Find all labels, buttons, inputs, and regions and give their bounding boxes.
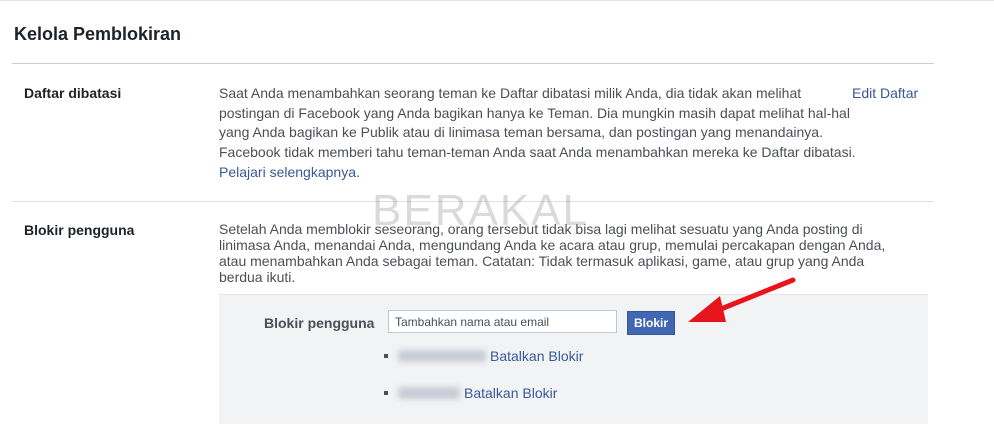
title-divider xyxy=(12,63,934,64)
restricted-description-text: Saat Anda menambahkan seorang teman ke D… xyxy=(219,85,856,161)
blurred-user-name xyxy=(398,387,460,399)
page-title: Kelola Pemblokiran xyxy=(14,24,182,44)
learn-more-suffix: . xyxy=(355,163,360,180)
unblock-link[interactable]: Batalkan Blokir xyxy=(464,385,557,401)
blurred-user-name xyxy=(398,350,486,362)
restricted-list-description: Saat Anda menambahkan seorang teman ke D… xyxy=(219,84,859,183)
learn-more-link[interactable]: Pelajari selengkapnya xyxy=(219,164,356,180)
top-border xyxy=(0,0,994,1)
block-button[interactable]: Blokir xyxy=(627,311,675,335)
bullet-icon xyxy=(384,391,388,395)
block-form-label: Blokir pengguna xyxy=(264,315,375,331)
restricted-list-label: Daftar dibatasi xyxy=(24,85,122,101)
bullet-icon xyxy=(384,354,388,358)
block-users-label: Blokir pengguna xyxy=(24,222,135,238)
edit-list-link[interactable]: Edit Daftar xyxy=(852,85,918,101)
blocked-user-item: Batalkan Blokir xyxy=(384,348,583,364)
block-user-input[interactable] xyxy=(388,310,617,333)
section-divider xyxy=(12,201,934,202)
unblock-link[interactable]: Batalkan Blokir xyxy=(490,348,583,364)
red-arrow-icon xyxy=(688,277,796,322)
blocked-user-item: Batalkan Blokir xyxy=(384,385,557,401)
block-users-description: Setelah Anda memblokir seseorang, orang … xyxy=(219,221,886,285)
